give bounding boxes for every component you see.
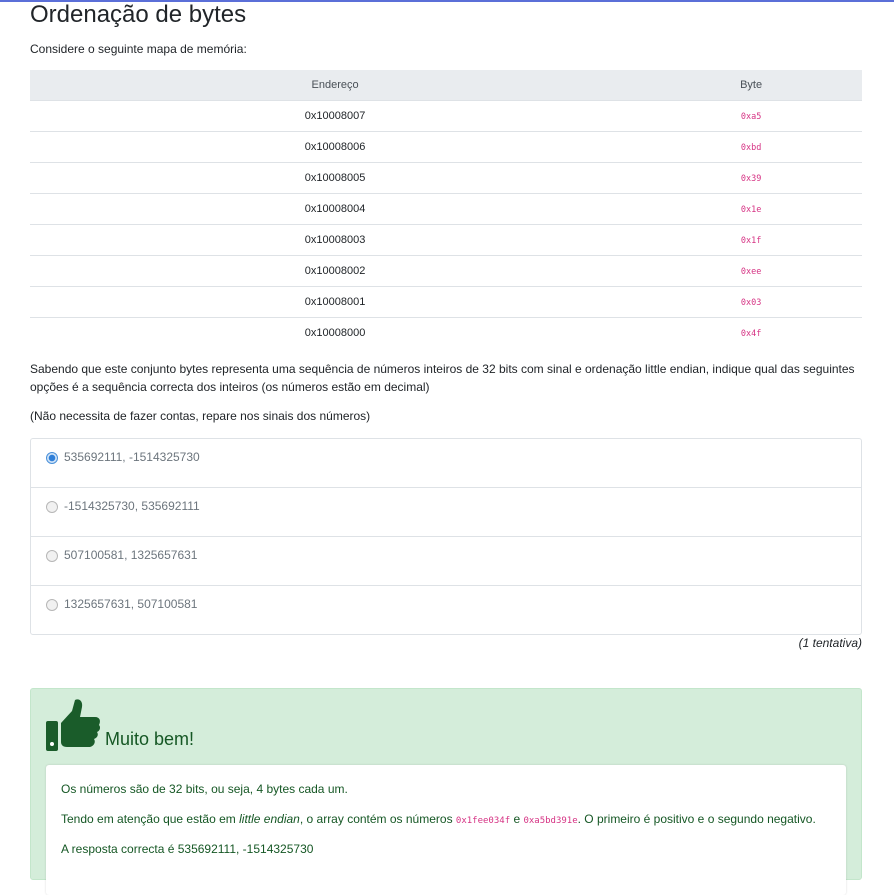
column-header-address: Endereço <box>30 70 641 101</box>
radio-button[interactable] <box>46 550 58 562</box>
page-title: Ordenação de bytes <box>30 1 247 28</box>
option-label: 1325657631, 507100581 <box>64 597 198 611</box>
address-cell: 0x10008003 <box>30 224 641 256</box>
question-hint: (Não necessita de fazer contas, repare n… <box>30 409 371 423</box>
explanation-line-1: Os números são de 32 bits, ou seja, 4 by… <box>61 782 348 796</box>
byte-cell: 0x4f <box>640 318 862 349</box>
byte-value: 0x4f <box>740 329 762 339</box>
feedback-panel: Muito bem! Os números são de 32 bits, ou… <box>30 688 862 895</box>
attempts-count: (1 tentativa) <box>798 636 862 650</box>
table-row: 0x10008005 0x39 <box>30 162 862 194</box>
table-row: 0x10008000 0x4f <box>30 318 862 349</box>
answer-option-4[interactable]: 1325657631, 507100581 <box>31 586 861 634</box>
feedback-explanation: Os números são de 32 bits, ou seja, 4 by… <box>46 765 846 895</box>
table-row: 0x10008004 0x1e <box>30 193 862 225</box>
address-cell: 0x10008005 <box>30 162 641 194</box>
table-row: 0x10008003 0x1f <box>30 224 862 256</box>
answer-option-3[interactable]: 507100581, 1325657631 <box>31 537 861 586</box>
line2-text-post: . O primeiro é positivo e o segundo nega… <box>577 812 816 826</box>
table-row: 0x10008006 0xbd <box>30 131 862 163</box>
answer-options: 535692111, -1514325730 -1514325730, 5356… <box>30 438 862 635</box>
intro-text: Considere o seguinte mapa de memória: <box>30 42 247 56</box>
table-header-row: Endereço Byte <box>30 70 862 101</box>
hex-value-2: 0xa5bd391e <box>523 816 578 826</box>
address-cell: 0x10008001 <box>30 286 641 318</box>
byte-value: 0x1f <box>740 236 762 246</box>
explanation-line-2: Tendo em atenção que estão em little end… <box>61 811 816 829</box>
answer-option-1[interactable]: 535692111, -1514325730 <box>31 439 861 488</box>
line2-text-mid: , o array contém os números <box>299 812 456 826</box>
explanation-line-3: A resposta correcta é 535692111, -151432… <box>61 842 314 856</box>
address-cell: 0x10008002 <box>30 255 641 287</box>
question-text: Sabendo que este conjunto bytes represen… <box>30 362 855 394</box>
thumbs-up-icon <box>46 699 101 751</box>
byte-cell: 0xbd <box>640 131 862 163</box>
table-row: 0x10008002 0xee <box>30 255 862 287</box>
table-row: 0x10008007 0xa5 <box>30 100 862 132</box>
byte-value: 0x03 <box>740 298 762 308</box>
radio-button[interactable] <box>46 599 58 611</box>
column-header-byte: Byte <box>640 70 862 101</box>
radio-button-selected[interactable] <box>46 452 58 464</box>
byte-cell: 0x1e <box>640 193 862 225</box>
answer-option-2[interactable]: -1514325730, 535692111 <box>31 488 861 537</box>
address-cell: 0x10008004 <box>30 193 641 225</box>
byte-cell: 0x03 <box>640 286 862 318</box>
byte-cell: 0x1f <box>640 224 862 256</box>
address-cell: 0x10008000 <box>304 327 366 339</box>
radio-button[interactable] <box>46 501 58 513</box>
table-row: 0x10008001 0x03 <box>30 286 862 318</box>
line2-text-pre: Tendo em atenção que estão em <box>61 812 240 826</box>
byte-value: 0xbd <box>740 143 762 153</box>
address-cell: 0x10008007 <box>30 100 641 132</box>
byte-value: 0xa5 <box>740 112 762 122</box>
option-label: 535692111, -1514325730 <box>64 450 200 464</box>
byte-cell: 0xa5 <box>640 100 862 132</box>
feedback-title: Muito bem! <box>105 729 195 749</box>
address-cell: 0x10008006 <box>30 131 641 163</box>
byte-value: 0x39 <box>740 174 762 184</box>
option-label: 507100581, 1325657631 <box>64 548 198 562</box>
hex-value-1: 0x1fee034f <box>455 816 511 826</box>
option-label: -1514325730, 535692111 <box>64 499 200 513</box>
line2-emphasis: little endian <box>239 812 300 826</box>
byte-value: 0x1e <box>740 205 762 215</box>
memory-map-table: Endereço Byte 0x10008007 0xa5 0x10008006… <box>30 70 862 348</box>
byte-value: 0xee <box>740 267 762 277</box>
line2-text-and: e <box>510 812 524 826</box>
byte-cell: 0xee <box>640 255 862 287</box>
byte-cell: 0x39 <box>640 162 862 194</box>
